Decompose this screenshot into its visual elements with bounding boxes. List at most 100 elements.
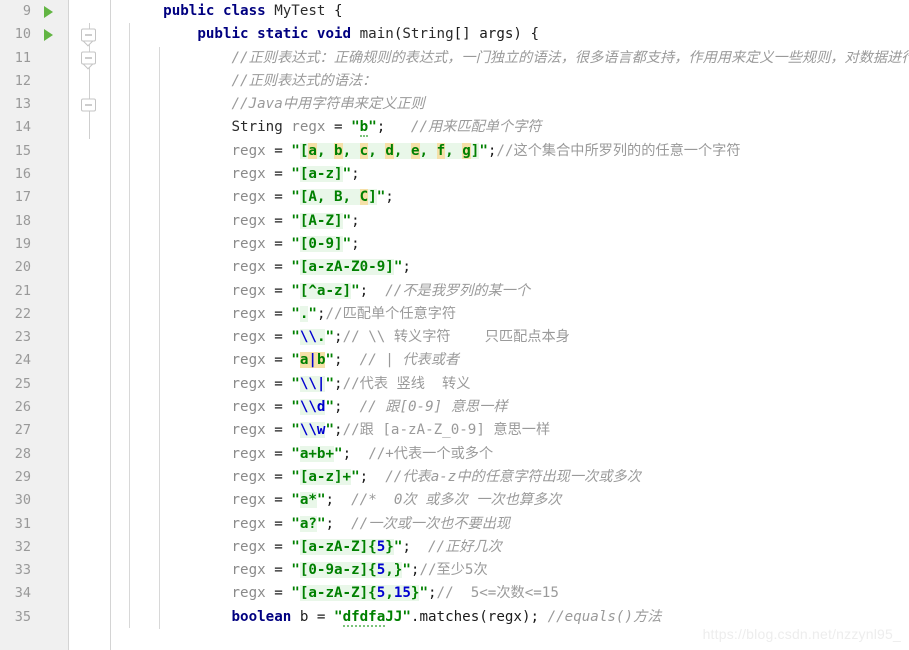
code-token-plain: ; <box>334 329 343 346</box>
gutter-run-cell[interactable] <box>38 0 68 23</box>
code-token-str: " <box>334 608 343 625</box>
code-token-str: " <box>325 422 335 439</box>
gutter-run-cell[interactable] <box>38 23 68 46</box>
code-token-str: " <box>325 399 335 416</box>
line-number: 33 <box>14 562 31 579</box>
code-token-comment: // | 代表或者 <box>359 352 460 369</box>
code-line[interactable]: regx = "[A-Z]"; <box>111 210 909 233</box>
code-token-str: " <box>291 259 300 276</box>
line-number: 10 <box>14 26 31 43</box>
code-token-comment-n: //跟 [a-zA-Z_0-9] 意思一样 <box>342 422 551 439</box>
code-token-comment: //* 0次 或多次 一次也算多次 <box>351 492 562 509</box>
code-token-typo-str: dfdfa <box>342 608 386 627</box>
code-line[interactable]: public class MyTest { <box>111 0 909 23</box>
code-token-str: JJ <box>385 608 403 625</box>
code-token-rx: [0-9a-z]{ <box>299 562 377 579</box>
code-token-ident: MyTest <box>274 3 326 19</box>
code-line[interactable]: regx = "a?"; //一次或一次也不要出现 <box>111 513 909 536</box>
gutter-fold-cell[interactable] <box>69 93 110 116</box>
code-line[interactable]: regx = "[A, B, C]"; <box>111 186 909 209</box>
code-token-plain: = <box>265 212 292 229</box>
fold-collapse-icon[interactable] <box>81 28 96 42</box>
code-line[interactable]: regx = "\\d"; // 跟[0-9] 意思一样 <box>111 396 909 419</box>
code-token-str: " <box>291 375 300 392</box>
line-number: 29 <box>14 468 31 485</box>
gutter-run-cell <box>38 349 68 372</box>
code-token-str: " <box>291 562 300 579</box>
run-play-icon[interactable] <box>44 28 53 41</box>
code-line[interactable]: //Java中用字符串来定义正则 <box>111 93 909 116</box>
code-line[interactable]: regx = "[a-z]+"; //代表a-z中的任意字符出现一次或多次 <box>111 466 909 489</box>
code-line[interactable]: regx = "[a, b, c, d, e, f, g]";//这个集合中所罗… <box>111 140 909 163</box>
line-number: 21 <box>14 282 31 299</box>
fold-collapse-icon[interactable] <box>81 51 96 65</box>
code-line[interactable]: regx = "\\w";//跟 [a-zA-Z_0-9] 意思一样 <box>111 419 909 442</box>
line-number: 9 <box>22 3 31 19</box>
gutter-fold-cell[interactable] <box>69 47 110 70</box>
code-token-local: regx <box>231 189 266 206</box>
code-line[interactable]: regx = "[a-zA-Z]{5}"; //正好几次 <box>111 536 909 559</box>
code-fold-gutter[interactable] <box>69 0 111 650</box>
code-token-plain: = <box>265 515 292 532</box>
fold-collapse-icon[interactable] <box>81 98 96 112</box>
code-line[interactable]: regx = "a*"; //* 0次 或多次 一次也算多次 <box>111 489 909 512</box>
code-line[interactable]: //正则表达式：正确规则的表达式，一门独立的语法，很多语言都支持，作用用来定义一… <box>111 47 909 70</box>
code-token-plain: ; <box>385 189 394 206</box>
code-line[interactable]: regx = "[0-9a-z]{5,}";//至少5次 <box>111 559 909 582</box>
code-token-ident: String <box>402 26 454 43</box>
code-token-rx: , <box>316 142 335 159</box>
code-token-plain: ; <box>428 585 437 602</box>
run-marker-gutter[interactable] <box>38 0 69 650</box>
code-token-comment-n: //这个集合中所罗列的的任意一个字符 <box>496 142 741 159</box>
code-token-str: " <box>325 329 335 346</box>
code-token-comment: //正则表达式：正确规则的表达式，一门独立的语法，很多语言都支持，作用用来定义一… <box>231 49 909 66</box>
gutter-fold-cell[interactable] <box>69 23 110 46</box>
gutter-run-cell <box>38 163 68 186</box>
code-line[interactable]: //正则表达式的语法： <box>111 70 909 93</box>
code-token-rx: [a-zA-Z0-9] <box>299 259 394 276</box>
code-token-rx-hl: e <box>410 142 420 159</box>
code-line[interactable]: public static void main(String[] args) { <box>111 23 909 46</box>
code-line[interactable]: regx = "a+b+"; //+代表一个或多个 <box>111 443 909 466</box>
code-token-rx-hl: C <box>359 189 369 206</box>
code-editor[interactable]: 9 10 11 12 13 14 15 16 17 18 19 20 21 22 23 24 25 26 27 28 2… <box>0 0 909 650</box>
gutter-run-cell <box>38 489 68 512</box>
gutter-fold-cell <box>69 116 110 139</box>
code-content-area[interactable]: public class MyTest { public static void… <box>111 0 909 650</box>
code-line[interactable]: String regx = "b"; //用来匹配单个字符 <box>111 116 909 139</box>
run-play-icon[interactable] <box>44 5 53 18</box>
code-token-plain: ; <box>334 399 360 416</box>
code-token-rx-hl: g <box>462 142 471 159</box>
code-token-str: " <box>351 119 360 136</box>
code-token-rx-blue: \\| <box>299 375 326 392</box>
code-token-rx-hl: f <box>436 142 446 159</box>
line-number: 15 <box>14 142 31 159</box>
code-line[interactable]: regx = "[^a-z]"; //不是我罗列的某一个 <box>111 280 909 303</box>
code-token-kw: public class <box>163 3 275 19</box>
indent-guide <box>159 46 160 629</box>
gutter-run-cell <box>38 396 68 419</box>
code-line[interactable]: regx = "[0-9]"; <box>111 233 909 256</box>
code-token-rx: , <box>419 142 437 159</box>
code-line[interactable]: regx = ".";//匹配单个任意字符 <box>111 303 909 326</box>
gutter-run-cell <box>38 536 68 559</box>
code-token-str: " <box>376 189 386 206</box>
code-token-str: " <box>291 212 300 229</box>
code-line[interactable]: regx = "\\|";//代表 竖线 转义 <box>111 373 909 396</box>
code-line[interactable]: regx = "a|b"; // | 代表或者 <box>111 349 909 372</box>
code-line[interactable]: regx = "\\.";// \\ 转义字符 只匹配点本身 <box>111 326 909 349</box>
code-line[interactable]: regx = "[a-zA-Z0-9]"; <box>111 256 909 279</box>
gutter-fold-cell <box>69 0 110 23</box>
code-line[interactable]: regx = "[a-z]"; <box>111 163 909 186</box>
line-number: 30 <box>14 492 31 509</box>
indent-guide <box>129 23 130 629</box>
gutter-run-cell <box>38 70 68 93</box>
code-token-rx: , <box>368 142 386 159</box>
code-token-local: regx <box>231 212 266 229</box>
code-line[interactable]: regx = "[a-zA-Z]{5,15}";// 5<=次数<=15 <box>111 582 909 605</box>
code-token-comment-n: //至少5次 <box>419 562 488 579</box>
